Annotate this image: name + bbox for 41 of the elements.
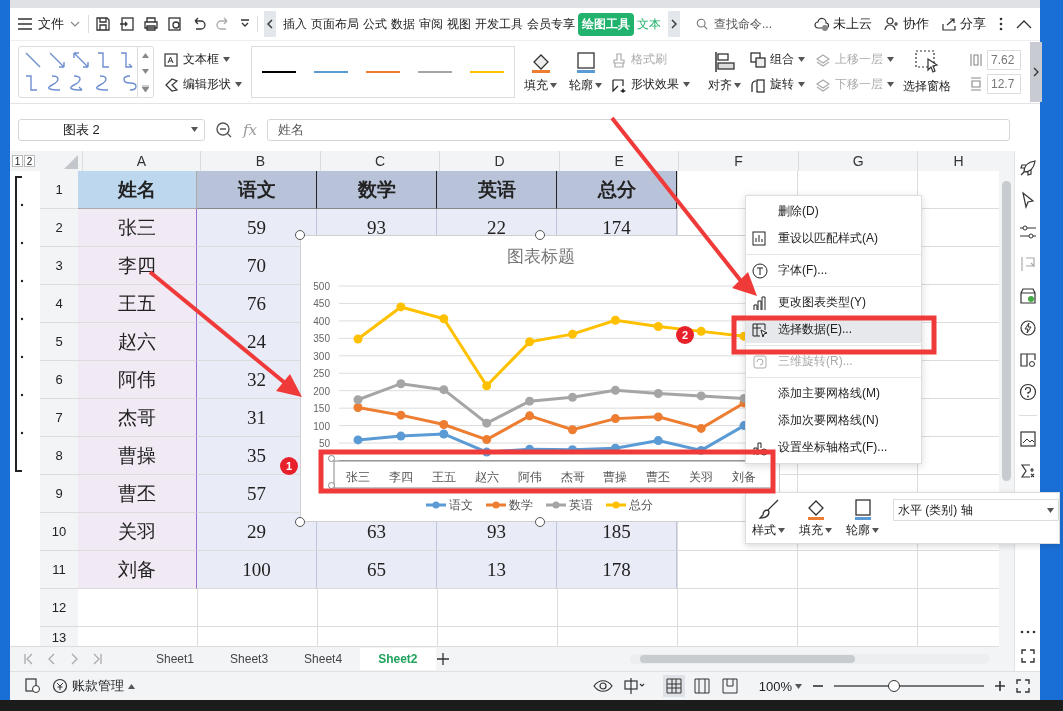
table-cell: 语文 [197, 171, 318, 209]
axis-category-label: 关羽 [689, 470, 714, 484]
axis-category-label: 李四 [388, 470, 413, 484]
table-cell: 数学 [317, 171, 438, 209]
table-cell: 178 [557, 551, 678, 589]
axis-category-label: 曹丕 [646, 470, 671, 484]
table-cell: 29 [197, 513, 318, 551]
axis-tick-label: 50 [318, 438, 330, 450]
table-cell: 曹丕 [78, 475, 198, 513]
axis-category-label: 杰哥 [560, 470, 585, 484]
axis-category-label: 王五 [431, 470, 456, 484]
table-cell: 曹操 [78, 437, 198, 475]
table-cell: 总分 [557, 171, 678, 209]
table-cell: 59 [197, 209, 318, 247]
legend-item: 数学 [486, 498, 533, 512]
table-cell: 英语 [437, 171, 558, 209]
table-cell: 刘备 [78, 551, 198, 589]
legend-label: 总分 [628, 498, 653, 512]
table-cell: 100 [197, 551, 318, 589]
axis-category-label: 赵六 [474, 470, 499, 484]
legend-label: 数学 [509, 498, 533, 512]
axis-category-label: 张三 [346, 470, 370, 484]
table-cell: 李四 [78, 247, 198, 285]
legend-label: 英语 [569, 498, 593, 512]
axis-category-label: 阿伟 [517, 470, 542, 484]
table-cell: 赵六 [78, 323, 198, 361]
table-cell: 张三 [78, 209, 198, 247]
chart-title: 图表标题 [507, 247, 575, 266]
axis-category-label: 刘备 [732, 470, 757, 484]
table-cell: 杰哥 [78, 399, 198, 437]
table-cell: 姓名 [78, 171, 198, 209]
legend-label: 语文 [449, 498, 473, 512]
table-cell: 王五 [78, 285, 198, 323]
legend-item: 总分 [606, 498, 653, 512]
table-cell: 关羽 [78, 513, 198, 551]
legend-item: 英语 [546, 498, 593, 512]
table-cell: 13 [437, 551, 558, 589]
table-cell: 65 [317, 551, 438, 589]
axis-category-label: 曹操 [603, 470, 628, 484]
legend-item: 语文 [426, 498, 473, 512]
table-cell: 阿伟 [78, 361, 198, 399]
